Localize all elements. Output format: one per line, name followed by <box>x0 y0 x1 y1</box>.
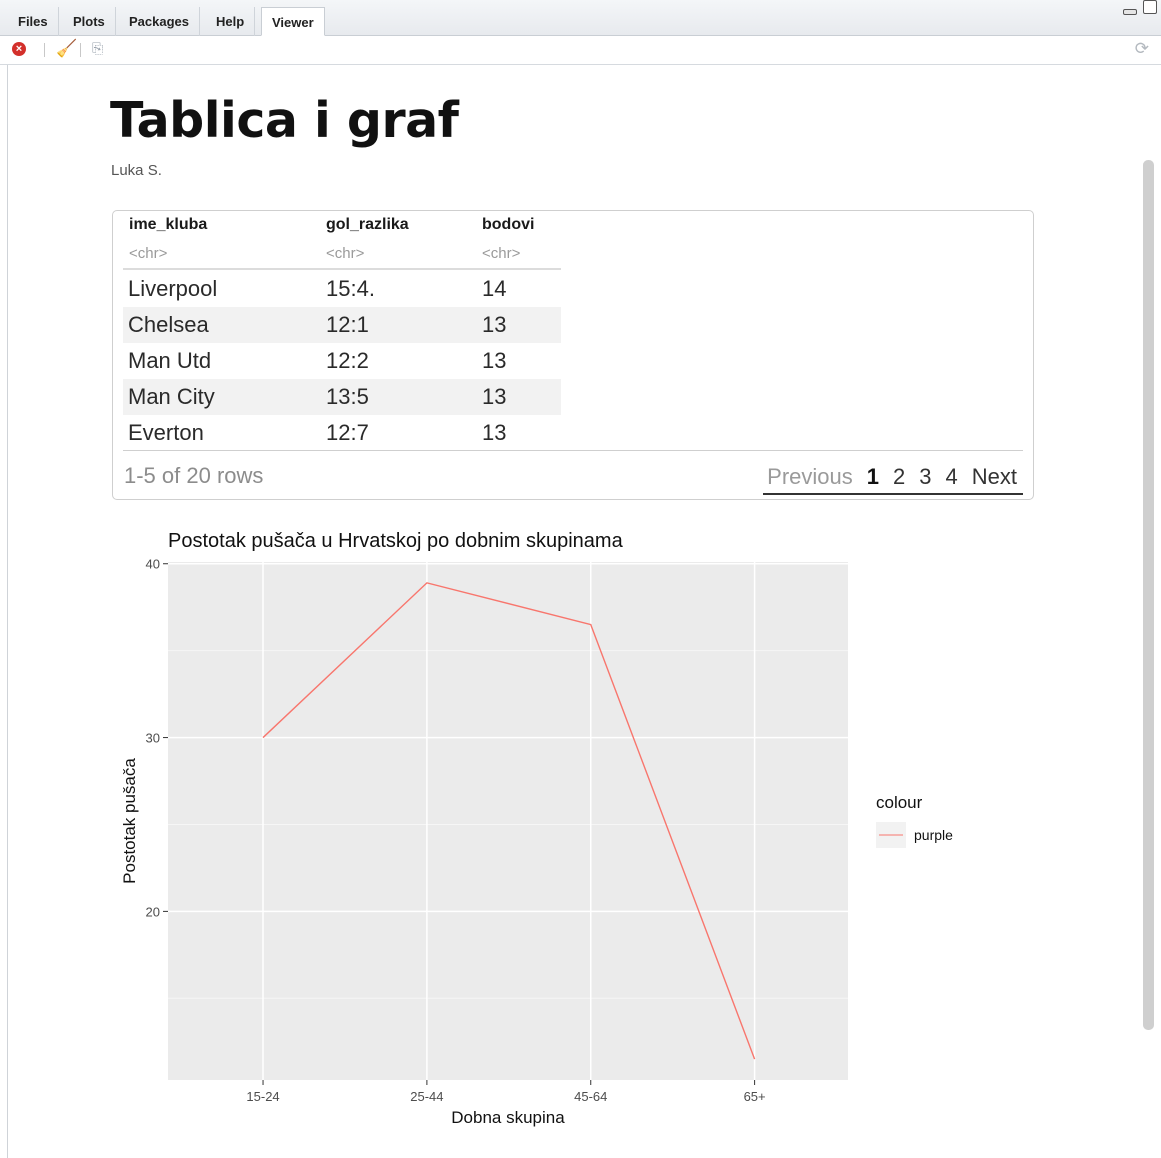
header-divider <box>123 268 561 270</box>
pane-tab-bar: Files Plots Packages Help Viewer <box>0 0 1161 36</box>
table-row: Man Utd 12:2 13 <box>123 343 561 379</box>
tab-help[interactable]: Help <box>206 7 256 36</box>
x-tick-label: 45-64 <box>574 1089 607 1104</box>
line-chart: Postotak pušača u Hrvatskoj po dobnim sk… <box>120 530 953 1127</box>
chart-title: Postotak pušača u Hrvatskoj po dobnim sk… <box>168 530 624 552</box>
table-cell: 13 <box>482 348 507 373</box>
y-tick-label: 20 <box>146 904 160 919</box>
legend-title: colour <box>876 793 923 812</box>
tab-files[interactable]: Files <box>8 7 59 36</box>
legend-entry: purple <box>914 827 953 843</box>
x-tick-label: 15-24 <box>246 1089 279 1104</box>
x-axis: 15-24 25-44 45-64 65+ <box>246 1080 766 1104</box>
pane-border <box>7 65 8 1158</box>
viewer-toolbar: × 🧹 ⎘ ⟳ <box>0 37 1161 65</box>
y-axis: 20 30 40 <box>146 557 168 919</box>
y-tick-label: 40 <box>146 557 160 572</box>
page-button-2[interactable]: 2 <box>886 464 912 490</box>
page-title: Tablica i graf <box>110 92 459 149</box>
previous-page-button[interactable]: Previous <box>763 464 860 490</box>
export-icon[interactable]: ⎘ <box>92 40 103 57</box>
column-type: <chr> <box>326 245 365 262</box>
stop-icon[interactable]: × <box>12 42 26 56</box>
toolbar-divider <box>44 43 45 57</box>
minimize-pane-button[interactable] <box>1123 9 1137 15</box>
row-count-label: 1-5 of 20 rows <box>124 463 264 488</box>
table-cell: Man City <box>128 384 215 409</box>
pagination: Previous 1 2 3 4 Next <box>763 461 1023 495</box>
table-cell: 15:4. <box>326 276 375 301</box>
page-button-3[interactable]: 3 <box>912 464 938 490</box>
table-row: Chelsea 12:1 13 <box>123 307 561 343</box>
x-tick-label: 65+ <box>744 1089 766 1104</box>
tab-plots[interactable]: Plots <box>63 7 116 36</box>
table-cell: Man Utd <box>128 348 212 373</box>
column-header[interactable]: ime_kluba <box>129 216 207 234</box>
vertical-scrollbar[interactable] <box>1143 160 1154 1030</box>
broom-clear-icon[interactable]: 🧹 <box>56 39 77 59</box>
next-page-button[interactable]: Next <box>965 464 1023 490</box>
y-axis-label: Postotak pušača <box>120 758 139 884</box>
table-cell: 13 <box>482 420 507 445</box>
maximize-pane-button[interactable] <box>1143 0 1157 14</box>
table-row: Liverpool 15:4. 14 <box>123 271 561 307</box>
column-header[interactable]: bodovi <box>482 216 534 234</box>
table-cell: 12:7 <box>326 420 369 445</box>
refresh-icon[interactable]: ⟳ <box>1135 39 1149 59</box>
x-axis-label: Dobna skupina <box>451 1108 565 1127</box>
table-cell: 14 <box>482 276 507 301</box>
table-row: Everton 12:7 13 <box>123 415 561 451</box>
x-tick-label: 25-44 <box>410 1089 443 1104</box>
author-name: Luka S. <box>111 162 162 179</box>
table-cell: 13:5 <box>326 384 369 409</box>
table-cell: Everton <box>128 420 204 445</box>
table-cell: 12:2 <box>326 348 369 373</box>
table-cell: Liverpool <box>128 276 218 301</box>
tab-viewer[interactable]: Viewer <box>261 7 325 36</box>
page-button-4[interactable]: 4 <box>939 464 965 490</box>
column-header[interactable]: gol_razlika <box>326 216 409 234</box>
table-row: Man City 13:5 13 <box>123 379 561 415</box>
data-table: ime_kluba gol_razlika bodovi <chr> <chr>… <box>112 210 1034 500</box>
y-tick-label: 30 <box>146 731 160 746</box>
table-cell: 13 <box>482 312 507 337</box>
page-button-1[interactable]: 1 <box>860 464 886 490</box>
column-type: <chr> <box>129 245 168 262</box>
column-type: <chr> <box>482 245 521 262</box>
footer-divider <box>123 450 1023 451</box>
table-cell: 12:1 <box>326 312 369 337</box>
tab-packages[interactable]: Packages <box>119 7 200 36</box>
table-cell: Chelsea <box>128 312 209 337</box>
toolbar-divider <box>80 43 81 57</box>
table-cell: 13 <box>482 384 507 409</box>
plot-panel <box>168 562 848 1080</box>
legend: colour purple <box>876 793 953 848</box>
